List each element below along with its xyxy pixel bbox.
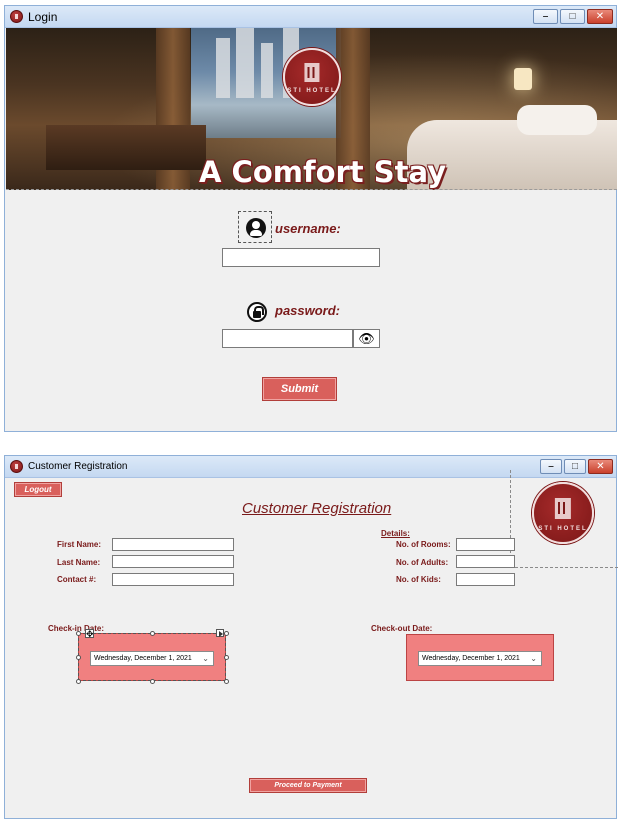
last-name-input[interactable] — [112, 555, 234, 568]
last-name-label: Last Name: — [57, 558, 101, 567]
eye-icon[interactable]: 👁 — [353, 329, 380, 348]
username-input[interactable] — [222, 248, 380, 267]
adults-label: No. of Adults: — [396, 558, 449, 567]
resize-handle-br[interactable] — [224, 679, 229, 684]
first-name-label: First Name: — [57, 540, 102, 549]
smart-tag-icon[interactable] — [216, 629, 224, 637]
hotel-banner-image: STI HOTEL A Comfort Stay — [6, 28, 617, 190]
adults-input[interactable] — [456, 555, 515, 568]
contact-label: Contact #: — [57, 575, 97, 584]
hotel-logo: STI HOTEL — [283, 48, 341, 106]
kids-input[interactable] — [456, 573, 515, 586]
app-icon — [10, 10, 23, 23]
submit-button[interactable]: Submit — [262, 377, 337, 401]
selection-outline — [78, 633, 226, 681]
login-titlebar[interactable]: Login – □ ✕ — [5, 6, 616, 28]
maximize-button[interactable]: □ — [560, 9, 585, 24]
user-icon-box — [238, 211, 272, 243]
window-title: Customer Registration — [28, 461, 128, 472]
registration-window: Customer Registration – □ ✕ Logout Custo… — [4, 455, 618, 819]
password-label: password: — [275, 303, 341, 318]
resize-handle-l[interactable] — [76, 655, 81, 660]
resize-handle-tl[interactable] — [76, 631, 81, 636]
maximize-icon: □ — [569, 11, 576, 22]
rooms-input[interactable] — [456, 538, 515, 551]
user-circle-icon — [246, 218, 266, 238]
proceed-to-payment-button[interactable]: Proceed to Payment — [249, 778, 367, 793]
username-label: username: — [275, 221, 341, 236]
details-label: Details: — [381, 529, 410, 538]
login-window: Login – □ ✕ STI HOTEL A Comfort Stay use… — [4, 5, 617, 432]
lock-icon — [247, 302, 267, 322]
logo-text: STI HOTEL — [287, 88, 337, 95]
resize-handle-tr[interactable] — [224, 631, 229, 636]
minimize-button[interactable]: – — [533, 9, 558, 24]
window-title: Login — [28, 10, 58, 24]
password-input[interactable] — [222, 329, 353, 348]
move-handle-icon[interactable]: ✥ — [85, 629, 94, 639]
app-icon — [10, 460, 23, 473]
minimize-icon: – — [542, 11, 549, 22]
page-title: Customer Registration — [242, 500, 392, 517]
logout-button[interactable]: Logout — [14, 482, 62, 497]
kids-label: No. of Kids: — [396, 575, 441, 584]
rooms-label: No. of Rooms: — [396, 540, 451, 549]
first-name-input[interactable] — [112, 538, 234, 551]
checkout-panel: Wednesday, December 1, 2021 ⌄ — [406, 634, 554, 681]
contact-input[interactable] — [112, 573, 234, 586]
close-button[interactable]: ✕ — [587, 9, 613, 24]
resize-handle-t[interactable] — [150, 631, 155, 636]
resize-handle-b[interactable] — [150, 679, 155, 684]
close-icon: ✕ — [595, 11, 605, 22]
logo-text: STI HOTEL — [538, 525, 588, 532]
checkout-label: Check-out Date: — [371, 624, 433, 633]
banner-slogan: A Comfort Stay — [199, 155, 447, 189]
checkout-date-value: Wednesday, December 1, 2021 — [422, 655, 520, 662]
hotel-logo: STI HOTEL — [532, 482, 594, 544]
checkout-date-picker[interactable]: Wednesday, December 1, 2021 ⌄ — [418, 651, 542, 666]
resize-handle-bl[interactable] — [76, 679, 81, 684]
resize-handle-r[interactable] — [224, 655, 229, 660]
chevron-down-icon: ⌄ — [530, 654, 537, 663]
